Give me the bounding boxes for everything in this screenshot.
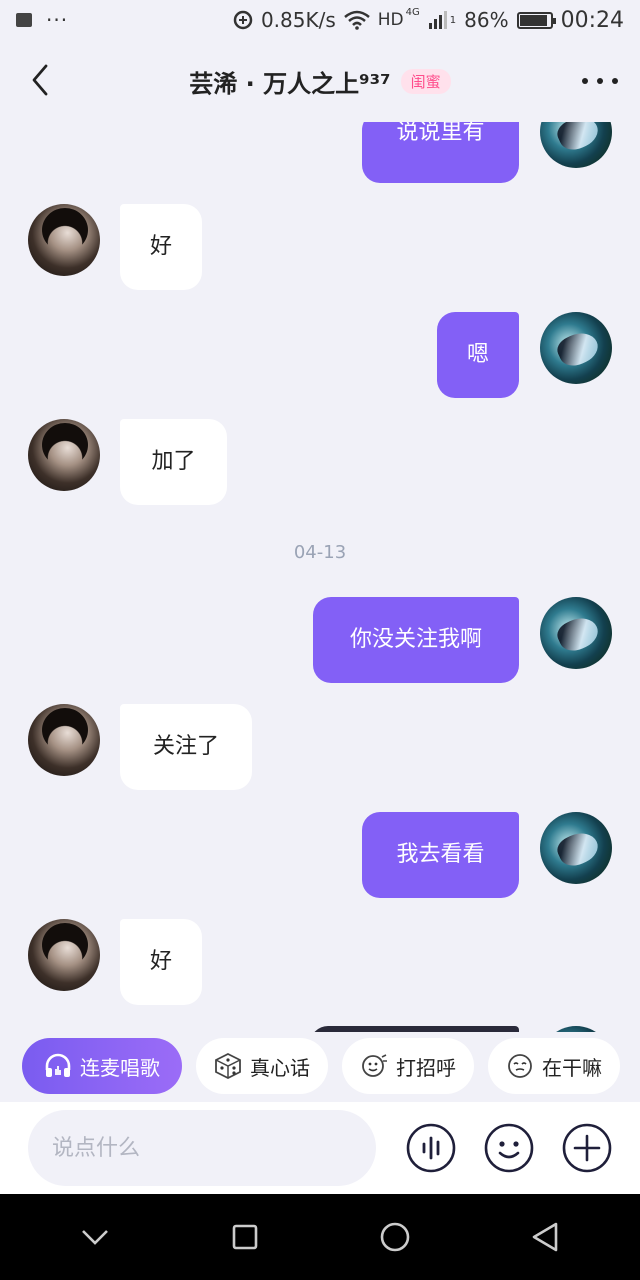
face-icon: [506, 1052, 534, 1080]
contact-info[interactable]: 芸浠 · 万人之上⁹³⁷ 闺蜜: [189, 64, 451, 99]
wave-icon: [360, 1052, 388, 1080]
dice-icon: [214, 1052, 242, 1080]
message-text: 你没关注我啊: [349, 627, 482, 652]
message-text: 好: [149, 949, 172, 974]
contact-avatar[interactable]: [28, 919, 100, 991]
contact-avatar[interactable]: [28, 419, 100, 491]
message-bubble-outgoing[interactable]: 我去看看: [362, 812, 519, 898]
message-bubble-outgoing[interactable]: 嗯: [437, 312, 519, 398]
contact-name: 芸浠 · 万人之上⁹³⁷: [189, 69, 391, 98]
sing-together-button[interactable]: 连麦唱歌: [22, 1038, 182, 1094]
chip-label: 真心话: [250, 1055, 310, 1080]
wifi-icon: [343, 10, 370, 30]
voice-wave-icon: [406, 1123, 456, 1173]
message-text: 我去看看: [396, 842, 485, 867]
gallery-icon: [16, 13, 32, 27]
my-avatar[interactable]: [540, 597, 612, 669]
sim-slot: 1: [449, 14, 457, 26]
message-bubble-incoming[interactable]: 加了: [120, 419, 227, 505]
message-text: 好: [149, 234, 172, 259]
system-nav-bar: [0, 1194, 640, 1280]
back-nav-button[interactable]: [525, 1217, 565, 1257]
network-type: HD: [377, 10, 404, 30]
clock: 00:24: [560, 7, 624, 33]
network-speed: 0.85K/s: [260, 8, 336, 32]
message-bubble-outgoing[interactable]: 说说里有: [362, 122, 519, 183]
message-bubble-incoming[interactable]: 好: [120, 204, 202, 290]
more-notifications-icon: ···: [46, 8, 69, 32]
truth-button[interactable]: 真心话: [196, 1038, 328, 1094]
voice-button[interactable]: [406, 1123, 456, 1173]
recents-button[interactable]: [225, 1217, 265, 1257]
emoji-button[interactable]: [484, 1123, 534, 1173]
message-bubble-incoming[interactable]: 好: [120, 919, 202, 1005]
headphones-icon: [44, 1052, 72, 1080]
chat-header: 芸浠 · 万人之上⁹³⁷ 闺蜜: [0, 40, 640, 122]
message-text: 说说里有: [396, 122, 485, 145]
message-bubble-outgoing[interactable]: 你没关注我啊: [313, 597, 519, 683]
contact-avatar[interactable]: [28, 204, 100, 276]
chip-label: 连麦唱歌: [80, 1055, 160, 1080]
cell-label: 4G: [405, 6, 420, 18]
home-button[interactable]: [375, 1217, 415, 1257]
status-bar: ··· 0.85K/s HD 4G 1 86% 00:24: [0, 0, 640, 40]
battery-percent: 86%: [464, 8, 509, 32]
data-saver-icon: [233, 10, 253, 30]
message-list[interactable]: 说说里有 好 嗯 加了 04-13 你没关注我啊 关注了 我去看看 好: [0, 122, 640, 1032]
relationship-badge: 闺蜜: [400, 68, 451, 94]
more-options-button[interactable]: [582, 66, 618, 96]
my-avatar[interactable]: [540, 812, 612, 884]
chevron-down-icon: [82, 1230, 108, 1245]
battery-icon: [516, 11, 556, 29]
triangle-back-icon: [532, 1222, 558, 1252]
chip-label: 打招呼: [396, 1055, 456, 1080]
message-text: 关注了: [152, 734, 219, 759]
message-input[interactable]: [28, 1110, 376, 1186]
square-icon: [232, 1224, 258, 1250]
message-text: 嗯: [466, 342, 489, 367]
chevron-left-icon: [32, 64, 48, 96]
chip-label: 在干嘛: [542, 1055, 602, 1080]
signal-icon: [428, 11, 447, 29]
back-button[interactable]: [28, 62, 52, 98]
hide-keyboard-button[interactable]: [75, 1217, 115, 1257]
plus-icon: [562, 1123, 612, 1173]
dot-icon: [612, 78, 618, 84]
message-text: 加了: [151, 449, 196, 474]
composer: [0, 1102, 640, 1194]
contact-avatar[interactable]: [28, 704, 100, 776]
date-divider: 04-13: [293, 542, 347, 563]
dot-icon: [582, 78, 588, 84]
message-bubble-incoming[interactable]: 关注了: [120, 704, 252, 790]
what-doing-button[interactable]: 在干嘛: [488, 1038, 620, 1094]
circle-icon: [380, 1222, 410, 1252]
add-button[interactable]: [562, 1123, 612, 1173]
smiley-icon: [484, 1123, 534, 1173]
quick-actions-bar: 连麦唱歌 真心话 打招呼 在干嘛: [0, 1032, 640, 1100]
my-avatar[interactable]: [540, 122, 612, 168]
dot-icon: [597, 78, 603, 84]
say-hello-button[interactable]: 打招呼: [342, 1038, 474, 1094]
my-avatar[interactable]: [540, 312, 612, 384]
